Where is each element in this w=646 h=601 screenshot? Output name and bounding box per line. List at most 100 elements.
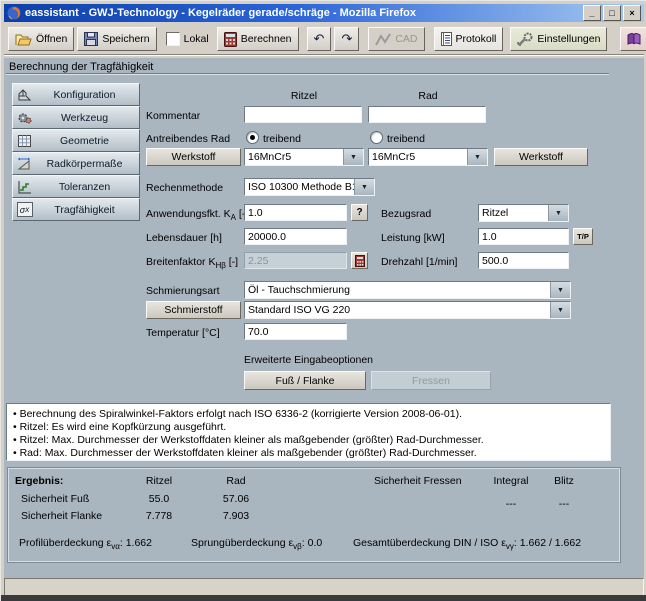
local-checkbox-group[interactable]: Lokal: [165, 32, 209, 46]
message-line: Ritzel: Es wird eine Kopfkürzung ausgefü…: [13, 421, 604, 434]
bezugsrad-value: Ritzel: [482, 207, 509, 219]
treibend-rad-radio[interactable]: [370, 131, 383, 144]
calculate-button[interactable]: Berechnen: [216, 27, 299, 51]
werkstoff-ritzel-select[interactable]: 16MnCr5 ▼: [244, 148, 364, 166]
gesamtueberdeckung-value: Gesamtüberdeckung DIN / ISO εvγ: 1.662 /…: [353, 537, 582, 552]
result-fuss-rad: 57.06: [222, 493, 250, 505]
toolbar: Öffnen Speichern Lokal Berechnen ↶ ↷ CAD…: [4, 24, 646, 54]
status-bar: [4, 578, 644, 596]
chevron-down-icon[interactable]: ▼: [343, 149, 363, 165]
chevron-down-icon[interactable]: ▼: [550, 282, 570, 298]
lebensdauer-input[interactable]: [244, 228, 347, 245]
undo-icon: ↶: [313, 31, 325, 47]
sidebar-item-konfiguration[interactable]: Konfiguration: [12, 83, 140, 106]
save-button[interactable]: Speichern: [77, 27, 157, 51]
torque-power-toggle-button[interactable]: T/P: [573, 228, 593, 245]
sidebar-item-tragfaehigkeit[interactable]: σx Tragfähigkeit: [12, 198, 140, 221]
schmierungsart-label: Schmierungsart: [146, 285, 220, 297]
chevron-down-icon[interactable]: ▼: [550, 302, 570, 318]
sidebar-item-label: Geometrie: [59, 134, 110, 147]
minimize-button[interactable]: _: [583, 5, 601, 21]
help-button[interactable]: Hilfe: [620, 27, 646, 51]
cad-label: CAD: [395, 33, 418, 45]
window-bottom-edge: [1, 595, 646, 601]
result-row-label: Sicherheit Flanke: [21, 510, 103, 522]
result-fressen-blitz: ---: [558, 498, 570, 510]
breitenfaktor-label: Breitenfaktor KHβ [-]: [146, 256, 239, 271]
sigma-icon: σx: [16, 202, 33, 217]
schmierungsart-select[interactable]: Öl - Tauchschmierung ▼: [244, 281, 571, 299]
maximize-button[interactable]: □: [603, 5, 621, 21]
sidebar-item-geometrie[interactable]: Geometrie: [12, 129, 140, 152]
rechenmethode-label: Rechenmethode: [146, 182, 224, 194]
anwendungsfaktor-help-button[interactable]: ?: [351, 204, 368, 221]
protocol-label: Protokoll: [455, 33, 497, 45]
treibend-ritzel-radio[interactable]: [246, 131, 259, 144]
wrench-icon: [517, 32, 533, 46]
calculator-icon: [223, 31, 237, 47]
anwendungsfaktor-input[interactable]: [244, 204, 347, 221]
drehzahl-input[interactable]: [478, 252, 569, 269]
dimension-icon: [16, 156, 33, 171]
schmierstoff-button[interactable]: Schmierstoff: [146, 301, 241, 319]
werkstoff-button-ritzel[interactable]: Werkstoff: [146, 148, 241, 166]
kommentar-rad-input[interactable]: [368, 106, 486, 123]
page-title: Berechnung der Tragfähigkeit: [9, 61, 154, 73]
results-col-integral: Integral: [493, 475, 529, 487]
chevron-down-icon[interactable]: ▼: [354, 179, 374, 195]
floppy-disk-icon: [84, 32, 99, 46]
schmierungsart-value: Öl - Tauchschmierung: [248, 284, 350, 296]
fuss-flanke-button[interactable]: Fuß / Flanke: [244, 371, 366, 390]
tool-gears-icon: [16, 110, 33, 125]
drehzahl-label: Drehzahl [1/min]: [381, 256, 458, 268]
help-book-icon: [627, 33, 641, 45]
breitenfaktor-input: [244, 252, 347, 269]
kommentar-ritzel-input[interactable]: [244, 106, 362, 123]
sidebar-item-werkzeug[interactable]: Werkzeug: [12, 106, 140, 129]
sidebar-item-toleranzen[interactable]: Toleranzen: [12, 175, 140, 198]
schmierstoff-select[interactable]: Standard ISO VG 220 ▼: [244, 301, 571, 319]
grid-icon: [16, 133, 33, 148]
open-label: Öffnen: [36, 33, 68, 45]
chevron-down-icon[interactable]: ▼: [467, 149, 487, 165]
message-line: Berechnung des Spiralwinkel-Faktors erfo…: [13, 408, 604, 421]
temperatur-input[interactable]: [244, 323, 347, 340]
leistung-label: Leistung [kW]: [381, 232, 445, 244]
close-button[interactable]: ×: [623, 5, 641, 21]
column-header-rad: Rad: [418, 90, 438, 102]
result-flanke-ritzel: 7.778: [145, 510, 173, 522]
sprungueberdeckung-value: Sprungüberdeckung εvβ: 0.0: [191, 537, 323, 552]
cad-button: CAD: [368, 27, 425, 51]
protocol-button[interactable]: Protokoll: [433, 27, 504, 51]
result-fressen-integral: ---: [505, 498, 517, 510]
local-checkbox[interactable]: [165, 32, 180, 46]
small-calculator-icon: [354, 254, 365, 267]
antreibendes-rad-label: Antreibendes Rad: [146, 133, 231, 145]
title-bar[interactable]: eassistant - GWJ-Technology - Kegelräder…: [4, 4, 644, 22]
leistung-input[interactable]: [478, 228, 569, 245]
open-button[interactable]: Öffnen: [8, 27, 75, 51]
rechenmethode-value: ISO 10300 Methode B1: [248, 181, 354, 193]
save-label: Speichern: [102, 33, 150, 45]
bezugsrad-select[interactable]: Ritzel ▼: [478, 204, 569, 222]
chevron-down-icon[interactable]: ▼: [548, 205, 568, 221]
werkstoff-rad-select[interactable]: 16MnCr5 ▼: [368, 148, 488, 166]
werkstoff-button-rad[interactable]: Werkstoff: [494, 148, 588, 166]
redo-button[interactable]: ↷: [334, 27, 360, 51]
treibend-ritzel-label: treibend: [263, 133, 301, 145]
sidebar-item-radkoerpermasse[interactable]: Radkörpermaße: [12, 152, 140, 175]
kommentar-label: Kommentar: [146, 110, 201, 122]
message-line: Ritzel: Max. Durchmesser der Werkstoffda…: [13, 434, 604, 447]
settings-label: Einstellungen: [537, 33, 601, 45]
configuration-icon: [16, 87, 33, 102]
breitenfaktor-calc-button[interactable]: [351, 252, 368, 269]
undo-button[interactable]: ↶: [306, 27, 332, 51]
cad-icon: [375, 32, 392, 46]
settings-button[interactable]: Einstellungen: [510, 27, 608, 51]
sidebar-item-label: Werkzeug: [60, 111, 109, 124]
window-title: eassistant - GWJ-Technology - Kegelräder…: [25, 7, 417, 19]
results-heading: Ergebnis:: [15, 475, 64, 487]
rechenmethode-select[interactable]: ISO 10300 Methode B1 ▼: [244, 178, 375, 196]
message-box: Berechnung des Spiralwinkel-Faktors erfo…: [6, 403, 611, 461]
temperatur-label: Temperatur [°C]: [146, 327, 220, 339]
